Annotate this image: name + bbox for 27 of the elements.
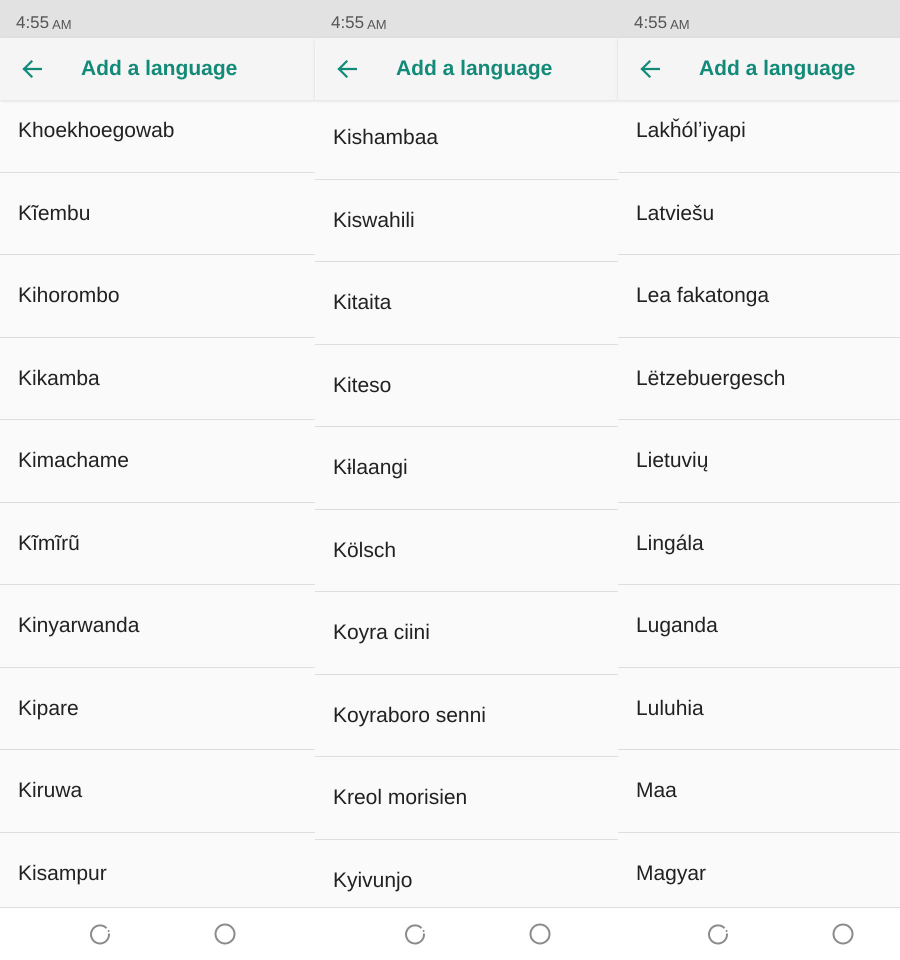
- circle-icon[interactable]: [832, 923, 854, 945]
- spinner-icon[interactable]: [707, 923, 729, 945]
- language-item[interactable]: Luluhia: [618, 668, 900, 750]
- clock-period: AM: [367, 18, 387, 31]
- language-item[interactable]: Maa: [618, 750, 900, 832]
- spinner-icon[interactable]: [89, 923, 111, 945]
- language-item[interactable]: Lakȟólʼiyapi: [618, 100, 900, 172]
- back-arrow-icon[interactable]: [337, 60, 357, 78]
- clock-time: 4:55: [331, 14, 364, 31]
- language-item[interactable]: Latviešu: [618, 172, 900, 255]
- clock-time: 4:55: [634, 14, 668, 31]
- language-item[interactable]: Lea fakatonga: [618, 255, 900, 338]
- spinner-icon[interactable]: [404, 923, 426, 945]
- clock-period: AM: [670, 18, 690, 31]
- language-item[interactable]: Lietuvių: [618, 420, 900, 502]
- language-item[interactable]: Lëtzebuergesch: [618, 338, 900, 420]
- circle-icon[interactable]: [214, 923, 236, 945]
- clock-period: AM: [52, 18, 72, 31]
- clock-time: 4:55: [16, 14, 50, 31]
- language-item[interactable]: Lingála: [618, 502, 900, 585]
- page-title: Add a language: [81, 56, 238, 82]
- language-item[interactable]: Luganda: [618, 585, 900, 668]
- page-title: Add a language: [699, 56, 856, 82]
- page-title: Add a language: [396, 56, 552, 82]
- back-arrow-icon[interactable]: [22, 60, 42, 78]
- circle-icon[interactable]: [529, 923, 551, 945]
- back-arrow-icon[interactable]: [640, 60, 660, 78]
